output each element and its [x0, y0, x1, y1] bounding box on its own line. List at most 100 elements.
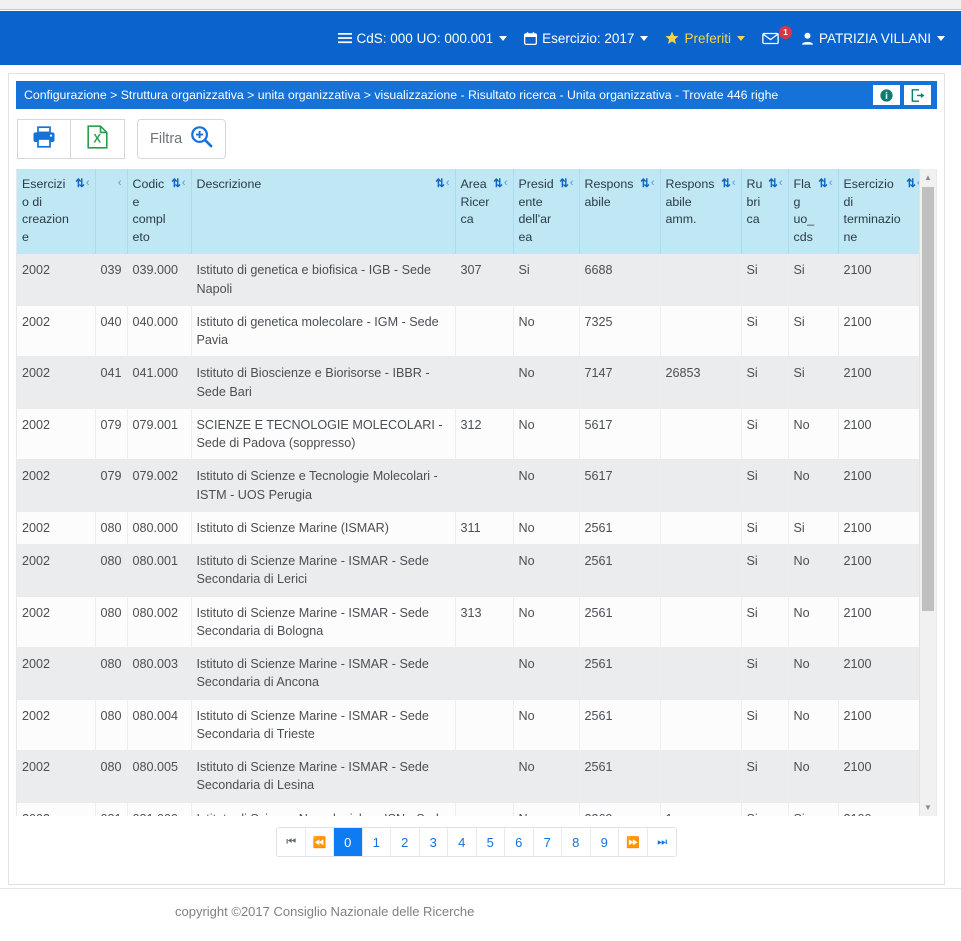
- sort-controls[interactable]: ⇅‹: [768, 176, 782, 192]
- pagination-page-8[interactable]: 8: [562, 828, 591, 856]
- sort-controls[interactable]: ⇅‹: [818, 176, 832, 192]
- table-row[interactable]: 2002 080 080.002 Istituto di Scienze Marine…: [17, 596, 926, 649]
- excel-export-button[interactable]: X: [71, 119, 125, 159]
- column-header-responsabile[interactable]: Responsabile ⇅ ‹: [579, 169, 661, 255]
- sort-icon[interactable]: ⇅: [721, 176, 731, 192]
- pagination-first-button[interactable]: ⏮: [277, 828, 306, 856]
- scroll-down-arrow-icon[interactable]: ▼: [920, 799, 936, 816]
- column-header-codice[interactable]: ‹: [95, 169, 128, 255]
- pagination-page-1[interactable]: 1: [362, 828, 391, 856]
- column-header-rubrica[interactable]: Rubrica ⇅ ‹: [741, 169, 789, 255]
- table-row[interactable]: 2002081081.000Istituto di Scienze Neurol…: [17, 802, 926, 816]
- table-row[interactable]: 2002 041 041.000 Istituto di Bioscienze e B…: [17, 356, 926, 409]
- nav-item-esercizio[interactable]: Esercizio: 2017: [524, 31, 649, 46]
- calendar-icon: [524, 31, 538, 45]
- sort-controls[interactable]: ⇅‹: [75, 176, 89, 192]
- sort-controls[interactable]: ⇅‹: [721, 176, 735, 192]
- column-menu-icon[interactable]: ‹: [182, 176, 186, 192]
- sort-icon[interactable]: ⇅: [818, 176, 828, 192]
- cell-rubrica: Si: [741, 544, 789, 597]
- page-bottom-edge: [0, 934, 961, 941]
- print-button[interactable]: [17, 119, 71, 159]
- pagination-page-3[interactable]: 3: [419, 828, 448, 856]
- sort-controls[interactable]: ⇅‹: [171, 176, 185, 192]
- column-menu-icon[interactable]: ‹: [732, 176, 736, 192]
- pagination-page-5[interactable]: 5: [476, 828, 505, 856]
- column-header-responsabile-amm[interactable]: Responsabile amm. ⇅ ‹: [660, 169, 742, 255]
- column-header-esercizio-creazione[interactable]: Esercizio di creazione ⇅ ‹: [17, 169, 96, 255]
- sort-controls[interactable]: ⇅‹: [435, 176, 449, 192]
- sort-icon[interactable]: ⇅: [768, 176, 778, 192]
- table-row[interactable]: 2002 080 080.001 Istituto di Scienze Marine…: [17, 544, 926, 597]
- table-row[interactable]: 2002 079 079.002 Istituto di Scienze e Tecn…: [17, 459, 926, 512]
- info-button[interactable]: [873, 85, 900, 105]
- sort-icon[interactable]: ⇅: [559, 176, 569, 192]
- pagination-page-0[interactable]: 0: [334, 828, 363, 856]
- nav-item-user[interactable]: PATRIZIA VILLANI: [801, 31, 945, 46]
- column-menu-icon[interactable]: ‹: [570, 176, 574, 192]
- column-header-esercizio-terminazione[interactable]: Esercizio di terminazione⇅‹: [838, 169, 926, 255]
- column-header-codice-completo[interactable]: Codice completo ⇅ ‹: [127, 169, 192, 255]
- pagination-prev-button[interactable]: ⏪: [305, 828, 334, 856]
- pagination-last-button[interactable]: ⏭: [647, 828, 676, 856]
- cell-responsabile-amm: [660, 459, 742, 512]
- cell-responsabile-amm: [660, 305, 742, 358]
- sort-icon[interactable]: ⇅: [75, 176, 85, 192]
- column-menu-icon[interactable]: ‹: [118, 176, 122, 192]
- column-header-area-ricerca[interactable]: Area Ricerca ⇅ ‹: [455, 169, 514, 255]
- cell-flag-uo-cds: No: [788, 699, 839, 752]
- sort-icon[interactable]: ⇅: [493, 176, 503, 192]
- column-menu-icon[interactable]: ‹: [504, 176, 508, 192]
- pagination-next-button[interactable]: ⏩: [619, 828, 648, 856]
- cell-esercizio-terminazione: 2100: [838, 802, 926, 816]
- exit-icon: [911, 88, 925, 102]
- column-menu-icon[interactable]: ‹: [86, 176, 90, 192]
- column-header-presidente-area[interactable]: Presidente dell'area ⇅ ‹: [513, 169, 580, 255]
- cell-codice-completo: 079.001: [127, 408, 192, 461]
- sort-controls[interactable]: ⇅‹: [559, 176, 573, 192]
- cell-responsabile: 5617: [579, 459, 661, 512]
- sort-icon[interactable]: ⇅: [640, 176, 650, 192]
- cell-codice: 080: [95, 647, 128, 700]
- cell-area-ricerca: 312: [455, 408, 514, 461]
- column-menu-icon[interactable]: ‹: [779, 176, 783, 192]
- column-header-descrizione[interactable]: Descrizione ⇅ ‹: [191, 169, 456, 255]
- nav-item-messages[interactable]: 1: [762, 25, 792, 45]
- sort-controls[interactable]: ‹: [116, 176, 122, 192]
- sort-controls[interactable]: ⇅‹: [640, 176, 654, 192]
- sort-icon[interactable]: ⇅: [906, 176, 916, 192]
- filter-button[interactable]: Filtra: [137, 119, 227, 159]
- column-menu-icon[interactable]: ‹: [446, 176, 450, 192]
- table-row[interactable]: 2002 080 080.003 Istituto di Scienze Marine…: [17, 647, 926, 700]
- nav-item-cds-uo[interactable]: CdS: 000 UO: 000.001: [337, 31, 508, 46]
- table-row[interactable]: 2002 080 080.000 Istituto di Scienze Marine…: [17, 511, 926, 546]
- table-scroll-viewport: Esercizio di creazione ⇅ ‹ ‹ Codice comple…: [17, 169, 926, 816]
- cell-flag-uo-cds: No: [788, 544, 839, 597]
- table-row[interactable]: 2002 039 039.000 Istituto di genetica e bio…: [17, 254, 926, 306]
- nav-item-preferiti[interactable]: Preferiti: [665, 31, 745, 46]
- pagination-page-6[interactable]: 6: [505, 828, 534, 856]
- sort-icon[interactable]: ⇅: [435, 176, 445, 192]
- table-row[interactable]: 2002 040 040.000 Istituto di genetica molec…: [17, 305, 926, 358]
- column-menu-icon[interactable]: ‹: [651, 176, 655, 192]
- pagination-page-2[interactable]: 2: [391, 828, 420, 856]
- cell-descrizione: Istituto di Scienze Neurologiche - ISN -…: [191, 802, 456, 816]
- table-vertical-scrollbar[interactable]: ▲ ▼: [919, 169, 936, 816]
- column-header-flag-uo-cds[interactable]: Flag uo_cds ⇅ ‹: [788, 169, 839, 255]
- pagination-page-9[interactable]: 9: [590, 828, 619, 856]
- pagination-page-4[interactable]: 4: [448, 828, 477, 856]
- pagination-page-7[interactable]: 7: [533, 828, 562, 856]
- cell-presidente-area: No: [513, 750, 580, 803]
- column-label: Esercizio di terminazione: [843, 177, 901, 244]
- cell-codice-completo: 039.000: [127, 254, 192, 306]
- sort-controls[interactable]: ⇅‹: [493, 176, 507, 192]
- exit-button[interactable]: [904, 85, 931, 105]
- scroll-up-arrow-icon[interactable]: ▲: [920, 169, 936, 186]
- table-row[interactable]: 2002 079 079.001 SCIENZE E TECNOLOGIE MOLEC…: [17, 408, 926, 461]
- table-row[interactable]: 2002 080 080.004 Istituto di Scienze Marine…: [17, 699, 926, 752]
- scrollbar-thumb[interactable]: [922, 187, 934, 611]
- cell-descrizione: Istituto di Bioscienze e Biorisorse - IB…: [191, 356, 456, 409]
- column-menu-icon[interactable]: ‹: [829, 176, 833, 192]
- table-row[interactable]: 2002 080 080.005 Istituto di Scienze Marine…: [17, 750, 926, 803]
- sort-icon[interactable]: ⇅: [171, 176, 181, 192]
